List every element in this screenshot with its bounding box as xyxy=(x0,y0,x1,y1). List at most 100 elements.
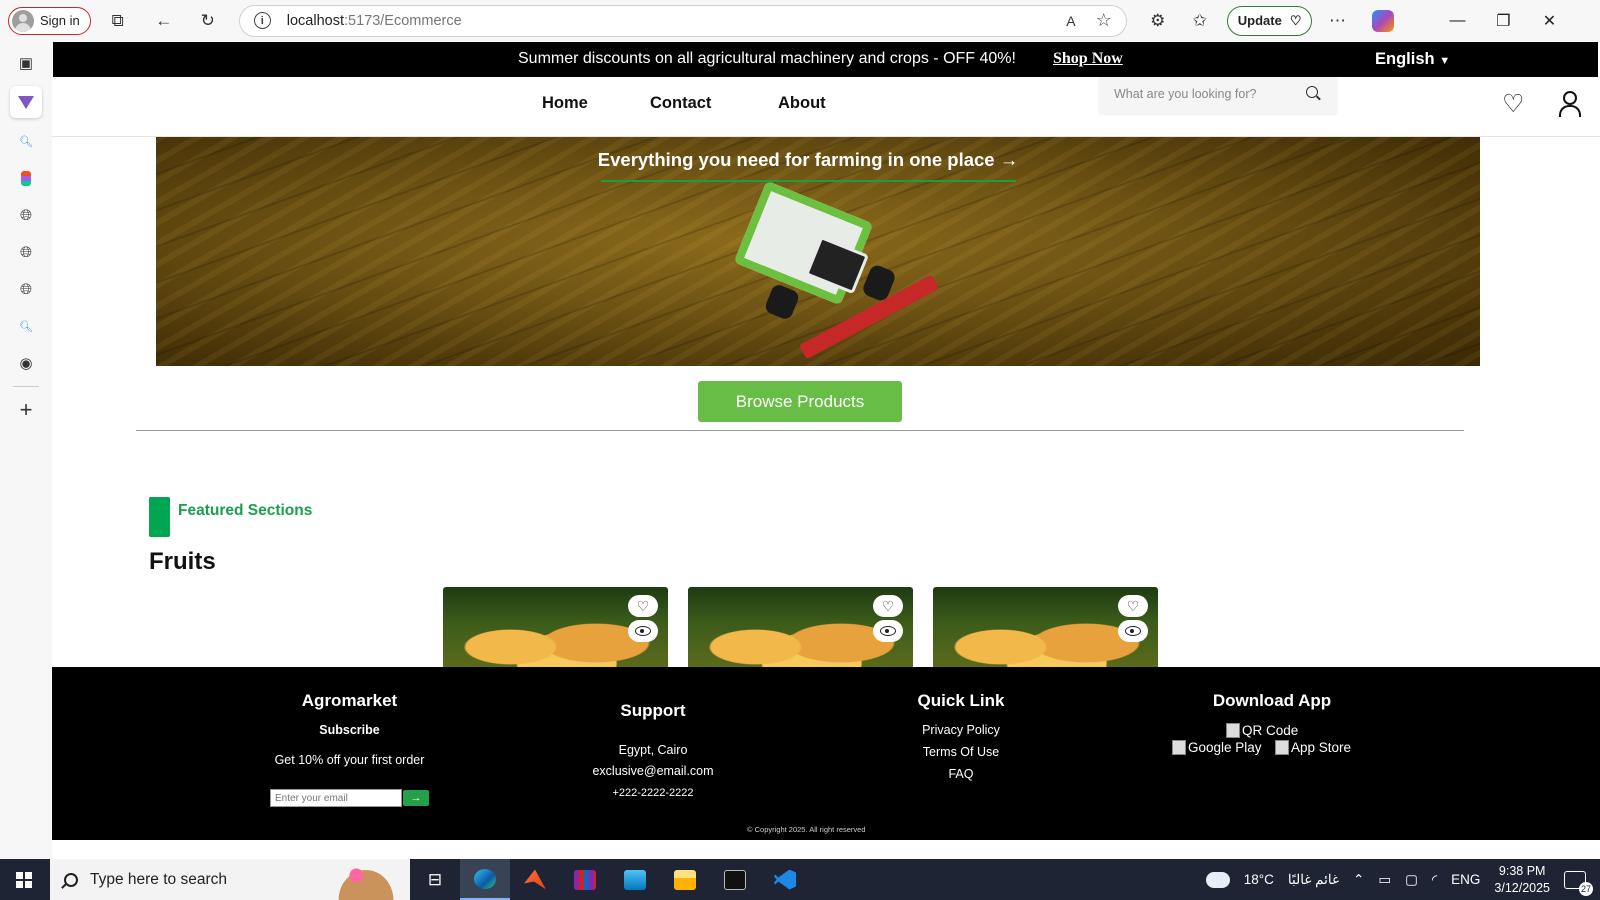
subscribe-arrow-button[interactable]: → xyxy=(403,790,429,806)
product-card[interactable]: ♡ xyxy=(688,587,913,667)
close-icon[interactable]: ✕ xyxy=(1526,11,1572,31)
quick-view-eye-icon[interactable] xyxy=(1118,620,1148,642)
site-info-icon[interactable]: i xyxy=(253,12,271,29)
support-email[interactable]: exclusive@email.com xyxy=(558,764,748,778)
workspaces-icon[interactable]: ⧉ xyxy=(101,4,135,38)
chevron-up-icon[interactable]: ⌃ xyxy=(1353,872,1364,888)
product-card[interactable]: ♡ xyxy=(443,587,668,667)
update-label: Update xyxy=(1237,13,1282,28)
quick-view-eye-icon[interactable] xyxy=(628,620,658,642)
favorites-icon[interactable]: ✩ xyxy=(1183,4,1217,38)
clock[interactable]: 9:38 PM 3/12/2025 xyxy=(1494,863,1550,897)
wishlist-heart-icon[interactable]: ♡ xyxy=(1502,89,1524,119)
taskbar-search-input[interactable]: Type here to search xyxy=(50,859,410,900)
copyright-text: © Copyright 2025. All right reserved xyxy=(747,825,866,834)
restore-icon[interactable]: ❐ xyxy=(1480,11,1526,31)
task-view-icon[interactable]: ⊟ xyxy=(410,859,460,900)
url-host: localhost xyxy=(286,12,344,29)
browse-products-button[interactable]: Browse Products xyxy=(698,381,902,422)
hero-title[interactable]: Everything you need for farming in one p… xyxy=(156,149,1480,171)
globe-tab-icon[interactable]: 🌐︎ xyxy=(10,238,42,266)
remote-desktop-app-icon[interactable] xyxy=(610,859,660,900)
nav-home[interactable]: Home xyxy=(542,94,588,113)
matlab-app-icon[interactable] xyxy=(510,859,560,900)
link-terms-of-use[interactable]: Terms Of Use xyxy=(886,745,1036,759)
nav-about[interactable]: About xyxy=(778,94,826,113)
figma-tab-icon[interactable] xyxy=(10,164,42,192)
app-store-alt: App Store xyxy=(1291,740,1352,755)
search-icon xyxy=(64,872,78,887)
clock-time: 9:38 PM xyxy=(1498,863,1546,878)
search-tab-icon[interactable]: 🔍︎ xyxy=(10,127,42,155)
url-path: :5173/Ecommerce xyxy=(343,12,462,29)
notification-count: 27 xyxy=(1579,881,1593,896)
wishlist-heart-icon[interactable]: ♡ xyxy=(1118,595,1148,617)
display-icon[interactable]: ▢ xyxy=(1405,872,1418,888)
footer-offer: Get 10% off your first order xyxy=(274,753,425,767)
weather-cloud-icon[interactable] xyxy=(1205,866,1230,888)
read-aloud-icon[interactable]: A xyxy=(1066,13,1075,29)
wishlist-heart-icon[interactable]: ♡ xyxy=(628,595,658,617)
section-divider xyxy=(136,430,1464,431)
edge-sidebar: ▣ 🔍︎ 🌐︎ 🌐︎ 🌐︎ 🔍︎ ◉ + xyxy=(0,41,52,859)
link-faq[interactable]: FAQ xyxy=(886,767,1036,781)
nav-contact[interactable]: Contact xyxy=(650,94,711,113)
globe-tab-icon[interactable]: 🌐︎ xyxy=(10,275,42,303)
search-input[interactable]: What are you looking for? xyxy=(1098,77,1338,115)
taskbar-search-placeholder: Type here to search xyxy=(90,870,227,888)
more-menu-icon[interactable]: ⋯ xyxy=(1320,4,1354,38)
product-card[interactable]: ♡ xyxy=(933,587,1158,667)
wifi-icon[interactable]: ◜ xyxy=(1432,872,1437,888)
download-title: Download App xyxy=(1212,691,1332,710)
vite-tab-icon[interactable] xyxy=(10,86,42,118)
copilot-icon[interactable] xyxy=(1372,9,1395,32)
signin-label: Sign in xyxy=(40,13,80,28)
address-bar[interactable]: i localhost:5173/Ecommerce A ☆ xyxy=(238,4,1127,37)
edge-app-icon[interactable] xyxy=(460,859,510,900)
site-footer: Agromarket Subscribe Get 10% off your fi… xyxy=(52,667,1600,840)
harvester-image xyxy=(716,180,956,364)
back-icon[interactable]: ← xyxy=(147,4,181,38)
search-tab-icon[interactable]: 🔍︎ xyxy=(10,312,42,340)
section-title: Fruits xyxy=(149,548,216,575)
terminal-app-icon[interactable] xyxy=(710,859,760,900)
refresh-icon[interactable]: ↻ xyxy=(191,4,225,38)
search-icon[interactable] xyxy=(1306,86,1318,98)
add-tab-icon[interactable]: + xyxy=(10,396,42,424)
globe-tab-icon[interactable]: 🌐︎ xyxy=(10,201,42,229)
extensions-icon[interactable]: ⚙ xyxy=(1141,4,1175,38)
system-tray: 18°C غائم غالبًا ⌃ ▭ ▢ ◜ ENG 9:38 PM 3/1… xyxy=(1205,863,1600,897)
browser-toolbar: Sign in ⧉ ← ↻ i localhost:5173/Ecommerce… xyxy=(0,0,1600,41)
quicklink-title: Quick Link xyxy=(917,691,1005,710)
language-select[interactable]: English ▼ xyxy=(1375,50,1450,69)
wishlist-heart-icon[interactable]: ♡ xyxy=(873,595,903,617)
update-button[interactable]: Update ♡ xyxy=(1226,5,1313,36)
input-language[interactable]: ENG xyxy=(1451,872,1480,887)
link-privacy-policy[interactable]: Privacy Policy xyxy=(886,723,1036,737)
openai-tab-icon[interactable]: ◉ xyxy=(10,349,42,377)
tab-actions-icon[interactable]: ▣ xyxy=(10,49,42,77)
qr-code-image: QR Code xyxy=(1226,723,1298,738)
winrar-app-icon[interactable] xyxy=(560,859,610,900)
google-play-image[interactable]: Google Play xyxy=(1172,740,1262,755)
search-placeholder: What are you looking for? xyxy=(1114,87,1257,101)
battery-icon[interactable]: ▭ xyxy=(1378,872,1391,888)
vscode-app-icon[interactable] xyxy=(760,859,810,900)
support-phone: +222-2222-2222 xyxy=(612,787,694,799)
favorite-star-icon[interactable]: ☆ xyxy=(1096,10,1112,31)
update-heart-icon: ♡ xyxy=(1289,12,1302,28)
windows-start-icon[interactable] xyxy=(16,871,32,888)
quick-view-eye-icon[interactable] xyxy=(873,620,903,642)
signin-button[interactable]: Sign in xyxy=(8,6,91,35)
app-store-image[interactable]: App Store xyxy=(1275,740,1351,755)
notifications-icon[interactable]: 27 xyxy=(1564,870,1593,896)
temperature: 18°C xyxy=(1243,872,1274,887)
footer-download-column: Download App xyxy=(1172,691,1372,711)
shop-now-link[interactable]: Shop Now xyxy=(1053,50,1123,68)
file-explorer-app-icon[interactable] xyxy=(660,859,710,900)
support-title: Support xyxy=(620,701,686,720)
account-user-icon[interactable] xyxy=(1558,91,1581,117)
minimize-icon[interactable]: — xyxy=(1434,12,1480,30)
support-address: Egypt, Cairo xyxy=(618,743,688,757)
subscribe-email-input[interactable]: Enter your email xyxy=(270,789,402,807)
